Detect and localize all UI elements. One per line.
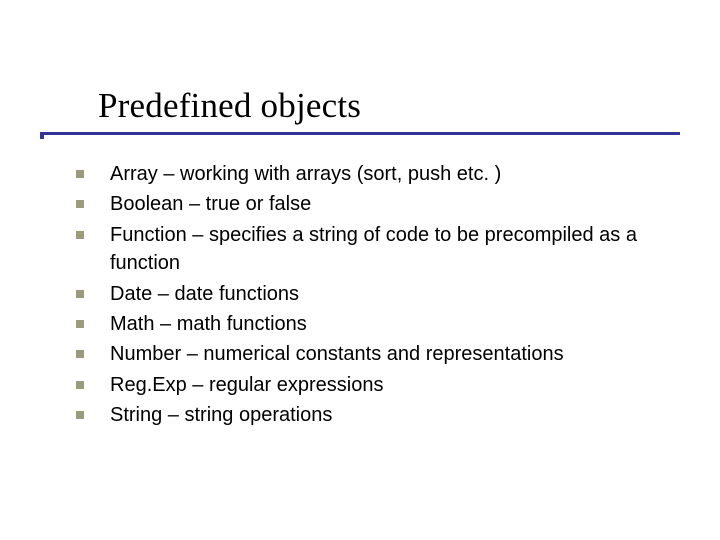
square-bullet-icon bbox=[76, 381, 84, 389]
list-item-text: Reg.Exp – regular expressions bbox=[110, 374, 383, 396]
list-item-text: Number – numerical constants and represe… bbox=[110, 343, 564, 365]
list-item: Number – numerical constants and represe… bbox=[76, 340, 690, 368]
list-item: Boolean – true or false bbox=[76, 190, 690, 218]
list-item: Array – working with arrays (sort, push … bbox=[76, 160, 690, 188]
square-bullet-icon bbox=[76, 350, 84, 358]
list-item-text: Array – working with arrays (sort, push … bbox=[110, 163, 501, 185]
square-bullet-icon bbox=[76, 200, 84, 208]
square-bullet-icon bbox=[76, 290, 84, 298]
title-underline bbox=[44, 132, 680, 135]
list-item-text: Date – date functions bbox=[110, 283, 299, 305]
title-wrap: Predefined objects bbox=[98, 86, 361, 126]
slide-title: Predefined objects bbox=[98, 86, 361, 126]
title-underline-tick bbox=[40, 132, 44, 139]
slide: Predefined objects Array – working with … bbox=[0, 0, 720, 540]
square-bullet-icon bbox=[76, 320, 84, 328]
list-item-text: Math – math functions bbox=[110, 313, 307, 335]
list-item-text: Boolean – true or false bbox=[110, 193, 311, 215]
list-item-text: String – string operations bbox=[110, 404, 332, 426]
square-bullet-icon bbox=[76, 231, 84, 239]
square-bullet-icon bbox=[76, 170, 84, 178]
list-item-text: Function – specifies a string of code to… bbox=[110, 224, 637, 274]
list-item: Reg.Exp – regular expressions bbox=[76, 371, 690, 399]
list-item: String – string operations bbox=[76, 401, 690, 429]
list-item: Function – specifies a string of code to… bbox=[76, 221, 690, 278]
square-bullet-icon bbox=[76, 411, 84, 419]
bullet-list: Array – working with arrays (sort, push … bbox=[76, 160, 690, 432]
list-item: Date – date functions bbox=[76, 280, 690, 308]
list-item: Math – math functions bbox=[76, 310, 690, 338]
